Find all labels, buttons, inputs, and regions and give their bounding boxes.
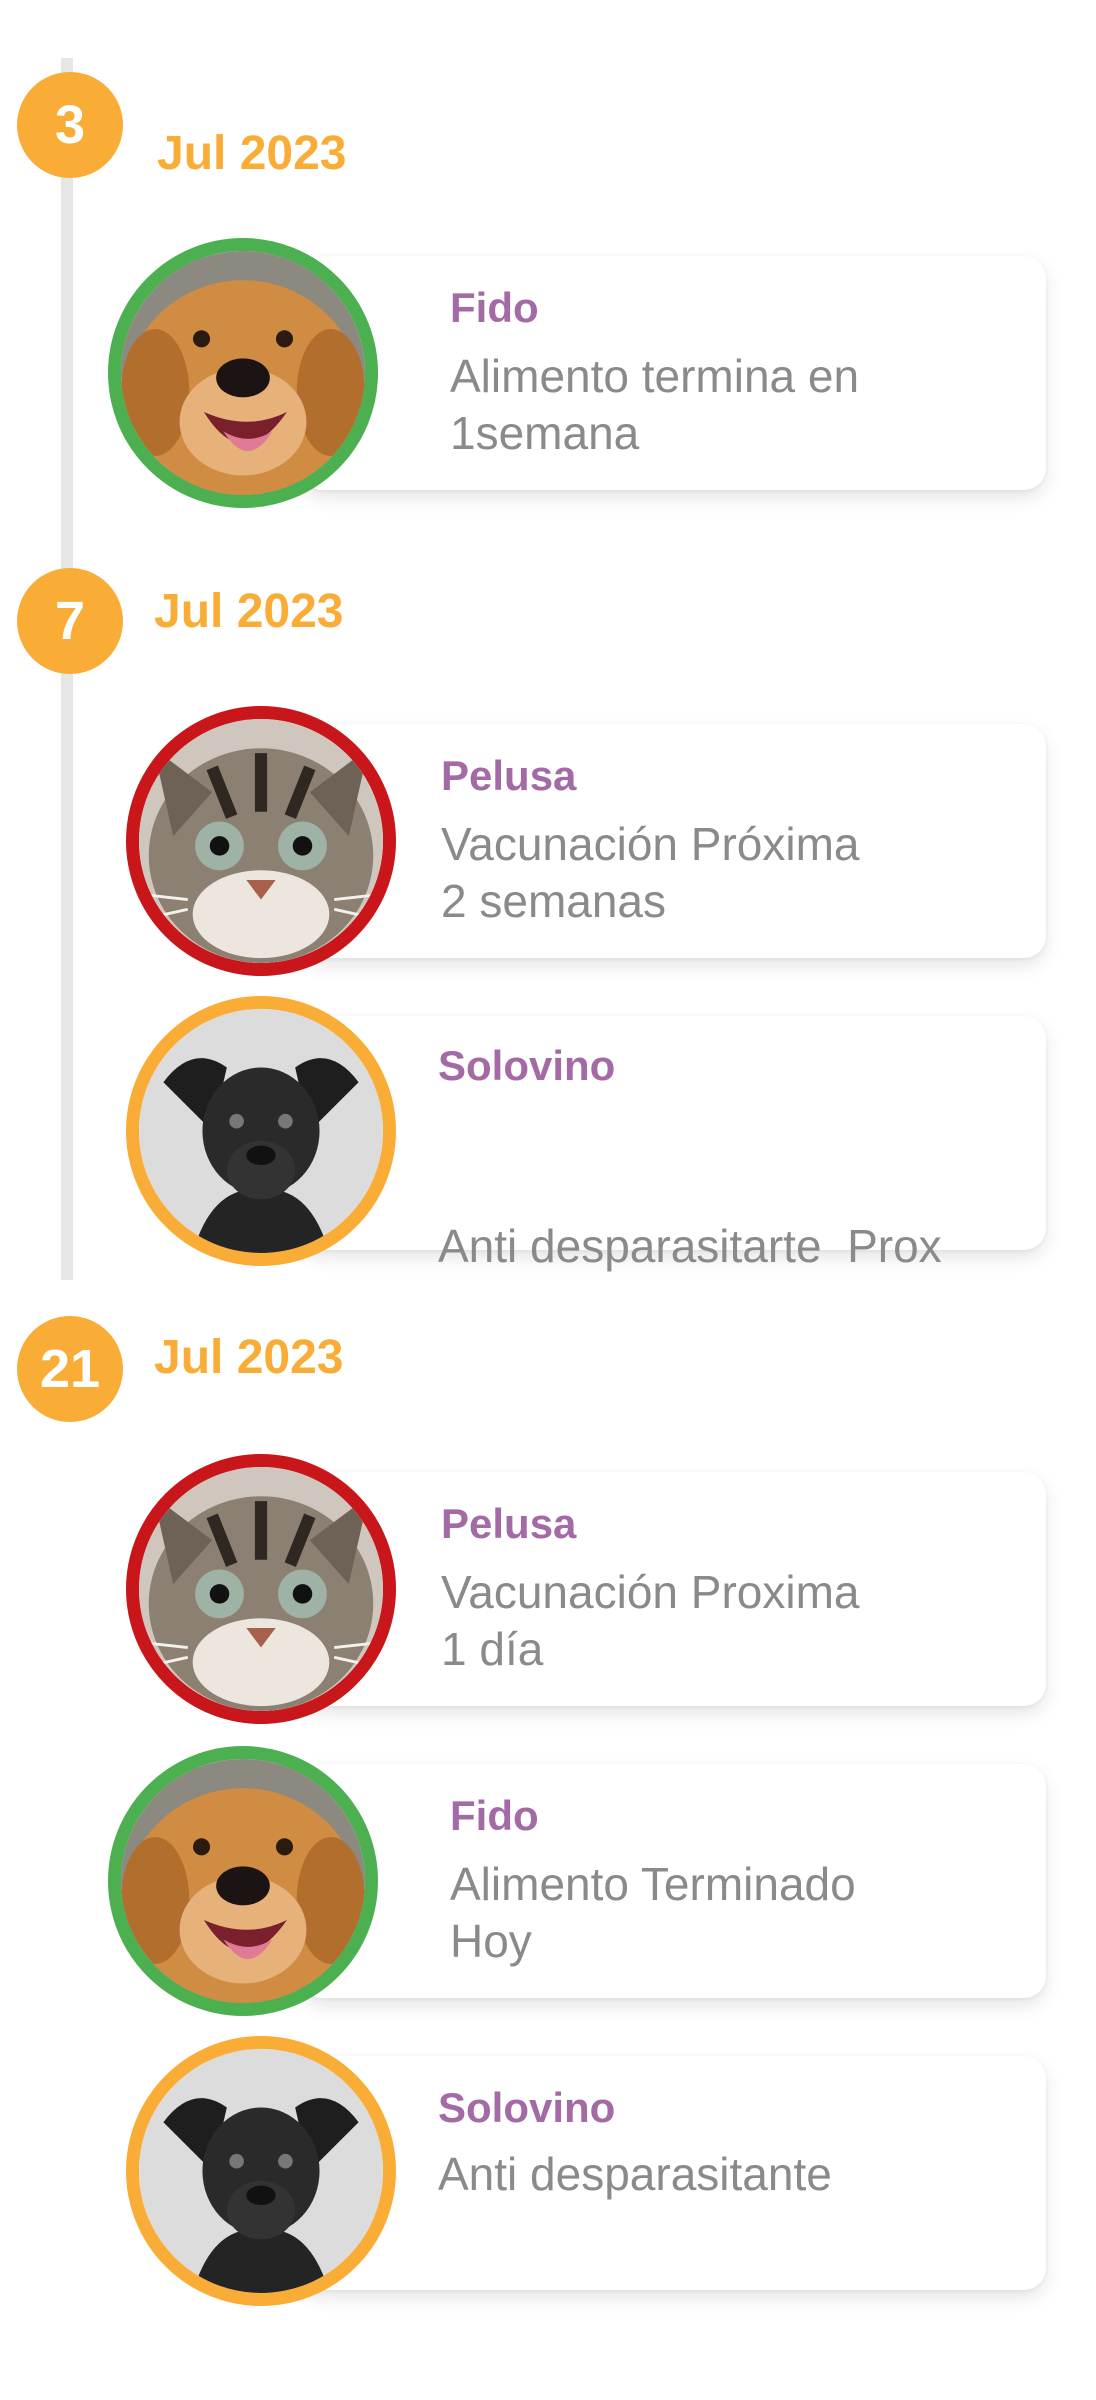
tabby-cat-avatar[interactable] bbox=[126, 706, 396, 976]
reminder-text: Alimento Terminado Hoy bbox=[450, 1858, 856, 1967]
date-label: Jul 2023 bbox=[157, 127, 347, 180]
black-dog-avatar[interactable] bbox=[126, 996, 396, 1266]
date-label: Jul 2023 bbox=[154, 585, 344, 638]
black-dog-avatar[interactable] bbox=[126, 2036, 396, 2306]
date-label: Jul 2023 bbox=[154, 1331, 344, 1384]
date-badge: 7 bbox=[17, 568, 123, 674]
tabby-cat-avatar[interactable] bbox=[126, 1454, 396, 1724]
date-badge: 21 bbox=[17, 1316, 123, 1422]
pet-name: Pelusa bbox=[441, 752, 577, 799]
reminder-text: Anti desparasitante bbox=[438, 2148, 832, 2200]
reminder-text: Vacunación Próxima 2 semanas bbox=[441, 818, 860, 927]
reminder-text: Vacunación Proxima 1 día bbox=[441, 1566, 860, 1675]
pet-name: Solovino bbox=[438, 2084, 616, 2131]
reminder-card-fido[interactable]: Fido Alimento Terminado Hoy bbox=[300, 1764, 1046, 1998]
pet-name: Pelusa bbox=[441, 1500, 577, 1547]
date-badge: 3 bbox=[17, 72, 123, 178]
pet-name: Fido bbox=[450, 1792, 539, 1839]
golden-dog-avatar[interactable] bbox=[108, 238, 378, 508]
pet-name: Fido bbox=[450, 284, 539, 331]
pet-name: Solovino bbox=[438, 1042, 616, 1089]
reminder-card-solovino[interactable]: Solovino Anti desparasitante bbox=[300, 2056, 1046, 2290]
reminder-text: Anti desparasitarte Prox bbox=[438, 1220, 942, 1272]
reminder-card-pelusa[interactable]: Pelusa Vacunación Próxima 2 semanas bbox=[300, 724, 1046, 958]
reminder-text: Alimento termina en 1semana bbox=[450, 350, 860, 459]
reminder-card-fido[interactable]: Fido Alimento termina en 1semana bbox=[300, 256, 1046, 490]
reminder-card-solovino[interactable]: Solovino Anti desparasitarte Prox bbox=[300, 1016, 1046, 1272]
golden-dog-avatar[interactable] bbox=[108, 1746, 378, 2016]
reminder-card-pelusa[interactable]: Pelusa Vacunación Proxima 1 día bbox=[300, 1472, 1046, 1706]
